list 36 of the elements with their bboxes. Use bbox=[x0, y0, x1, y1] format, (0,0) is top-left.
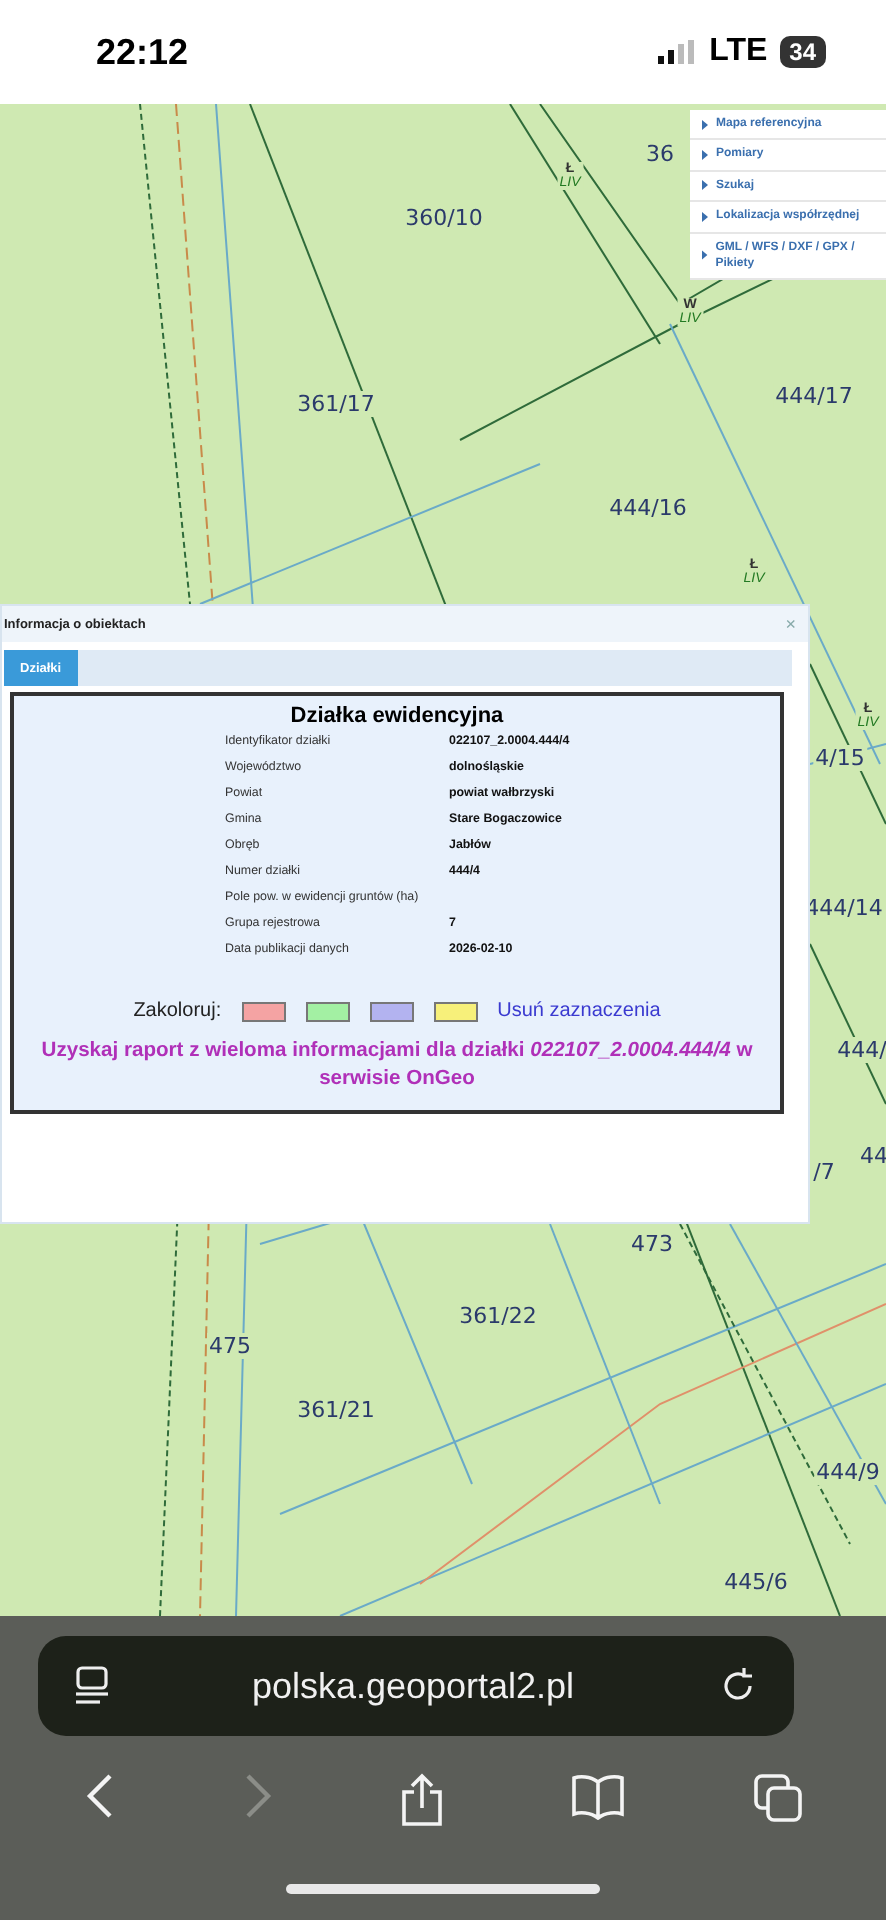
network-type: LTE bbox=[709, 34, 768, 70]
parcel-number: 475 bbox=[207, 1333, 253, 1359]
parcel-number: 445/6 bbox=[722, 1569, 790, 1595]
status-time: 22:12 bbox=[96, 31, 189, 73]
parcel-number: 444/16 bbox=[607, 495, 689, 521]
parcel-number: 4/15 bbox=[813, 745, 867, 771]
parcel-number: 361/17 bbox=[295, 391, 377, 417]
clear-selection-link[interactable]: Usuń zaznaczenia bbox=[497, 1000, 661, 1022]
parcel-number: 361/21 bbox=[295, 1397, 377, 1423]
url-text: polska.geoportal2.pl bbox=[251, 1665, 575, 1707]
report-link[interactable]: Uzyskaj raport z wieloma informacjami dla działki 022107_2.0004.444/4 w serwisie OnGeo bbox=[14, 1038, 780, 1094]
parcel-number: 473 bbox=[629, 1231, 675, 1257]
address-bar[interactable]: polska.geoportal2.pl bbox=[37, 1636, 793, 1736]
color-swatch[interactable] bbox=[305, 1001, 350, 1021]
signal-icon bbox=[657, 40, 698, 64]
page-menu-icon[interactable] bbox=[73, 1666, 109, 1706]
parcel-number: 444/17 bbox=[773, 383, 855, 409]
color-swatch[interactable] bbox=[241, 1001, 286, 1021]
chevron-icon bbox=[702, 250, 708, 261]
parcel-number: 360/10 bbox=[403, 205, 485, 231]
tabs-icon[interactable] bbox=[751, 1772, 803, 1828]
parcel-number: 444/ bbox=[835, 1037, 886, 1063]
parcel-number: 361/22 bbox=[457, 1303, 539, 1329]
chevron-icon bbox=[702, 180, 708, 191]
color-swatch[interactable] bbox=[369, 1001, 414, 1021]
color-label: Zakoloruj: bbox=[133, 1000, 222, 1022]
battery-level: 34 bbox=[779, 36, 826, 68]
chevron-icon bbox=[702, 211, 708, 222]
parcel-number: /7 bbox=[811, 1159, 837, 1185]
share-icon[interactable] bbox=[399, 1772, 443, 1828]
parcel-number: 36 bbox=[644, 141, 676, 167]
color-swatch[interactable] bbox=[433, 1001, 478, 1021]
parcel-number: 444/9 bbox=[814, 1459, 882, 1485]
card-heading: Działka ewidencyjna bbox=[290, 704, 504, 728]
chevron-icon bbox=[702, 150, 708, 161]
chevron-icon bbox=[702, 119, 708, 130]
